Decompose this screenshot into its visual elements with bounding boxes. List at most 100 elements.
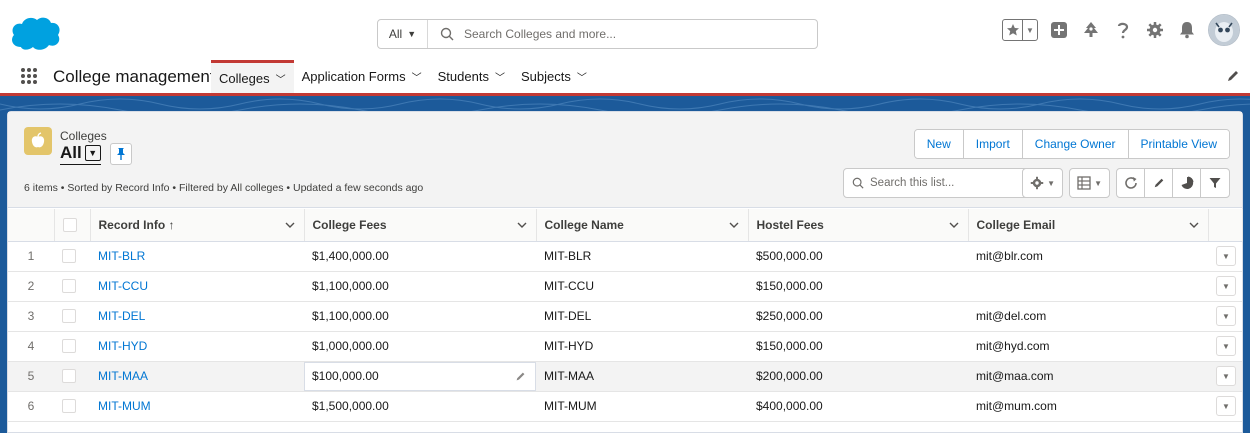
chevron-down-icon[interactable]: ▼ [84, 145, 101, 161]
select-all-checkbox[interactable] [62, 218, 77, 233]
college-name-cell[interactable]: MIT-MUM [536, 391, 748, 422]
global-actions-icon[interactable] [1048, 19, 1070, 41]
college-fees-cell[interactable]: $1,400,000.00 [304, 241, 536, 272]
favorites-caret-icon[interactable]: ▼ [1023, 20, 1037, 40]
college-email-cell[interactable]: mit@hyd.com [968, 331, 1208, 362]
notifications-bell-icon[interactable] [1176, 19, 1198, 41]
chart-icon[interactable] [1173, 169, 1201, 197]
row-actions-dropdown-icon[interactable]: ▼ [1216, 336, 1236, 356]
college-name-cell[interactable]: MIT-MAA [536, 361, 748, 392]
tab-application-forms[interactable]: Application Forms ﹀ [294, 60, 430, 93]
row-actions-cell: ▼ [1208, 331, 1242, 362]
column-header-hostel-fees[interactable]: Hostel Fees [748, 209, 969, 242]
hostel-fees-cell[interactable]: $150,000.00 [748, 331, 968, 362]
table-row[interactable]: 6 MIT-MUM $1,500,000.00 MIT-MUM $400,000… [8, 391, 1242, 422]
row-checkbox[interactable] [62, 399, 76, 414]
chevron-down-icon[interactable]: ﹀ [412, 69, 422, 84]
column-header-college-name[interactable]: College Name [536, 209, 749, 242]
app-launcher-icon[interactable] [17, 64, 41, 88]
row-checkbox[interactable] [62, 339, 76, 354]
change-owner-button[interactable]: Change Owner [1022, 130, 1129, 158]
chevron-down-icon[interactable] [948, 219, 960, 231]
edit-nav-pencil-icon[interactable] [1226, 69, 1240, 83]
setup-gear-icon[interactable] [1144, 19, 1166, 41]
inline-edit-pencil-icon[interactable] [515, 371, 526, 382]
record-link[interactable]: MIT-DEL [98, 309, 145, 323]
record-link[interactable]: MIT-HYD [98, 339, 147, 353]
salesforce-logo[interactable] [8, 14, 62, 52]
hostel-fees-cell[interactable]: $250,000.00 [748, 301, 968, 332]
filter-icon[interactable] [1201, 169, 1229, 197]
college-email-cell[interactable]: mit@del.com [968, 301, 1208, 332]
search-scope-dropdown[interactable]: All ▼ [378, 20, 428, 48]
row-checkbox[interactable] [62, 309, 76, 324]
row-actions-dropdown-icon[interactable]: ▼ [1216, 306, 1236, 326]
chevron-down-icon[interactable] [284, 219, 296, 231]
global-search-input[interactable] [464, 27, 817, 41]
college-fees-cell[interactable]: $100,000.00 [304, 361, 536, 392]
row-actions-dropdown-icon[interactable]: ▼ [1216, 396, 1236, 416]
record-link[interactable]: MIT-BLR [98, 249, 145, 263]
college-fees-cell[interactable]: $1,100,000.00 [304, 271, 536, 302]
table-row[interactable]: 2 MIT-CCU $1,100,000.00 MIT-CCU $150,000… [8, 271, 1242, 302]
college-name-cell[interactable]: MIT-HYD [536, 331, 748, 362]
hostel-fees-cell[interactable]: $500,000.00 [748, 241, 968, 272]
college-fees-cell[interactable]: $1,000,000.00 [304, 331, 536, 362]
column-header-college-email[interactable]: College Email [968, 209, 1209, 242]
table-row[interactable]: 3 MIT-DEL $1,100,000.00 MIT-DEL $250,000… [8, 301, 1242, 332]
chevron-down-icon[interactable] [1188, 219, 1200, 231]
pin-list-view-button[interactable] [110, 143, 132, 165]
search-icon [852, 177, 864, 189]
column-header-college-fees[interactable]: College Fees [304, 209, 537, 242]
column-header-label: Record Info ↑ [98, 217, 175, 232]
hostel-fees-cell[interactable]: $400,000.00 [748, 391, 968, 422]
record-link[interactable]: MIT-MAA [98, 369, 148, 383]
hostel-fees-cell[interactable]: $150,000.00 [748, 271, 968, 302]
tab-colleges[interactable]: Colleges ﹀ [211, 60, 294, 93]
table-row[interactable]: 1 MIT-BLR $1,400,000.00 MIT-BLR $500,000… [8, 241, 1242, 272]
record-link[interactable]: MIT-MUM [98, 399, 151, 413]
list-view-selector[interactable]: All ▼ [60, 143, 101, 165]
list-search-input[interactable] [870, 177, 1038, 189]
row-actions-dropdown-icon[interactable]: ▼ [1216, 276, 1236, 296]
row-checkbox[interactable] [62, 279, 76, 294]
chevron-down-icon[interactable]: ﹀ [276, 71, 286, 86]
chevron-down-icon[interactable] [728, 219, 740, 231]
help-icon[interactable] [1112, 19, 1134, 41]
table-row[interactable]: 5 MIT-MAA $100,000.00 MIT-MAA $200,000.0… [8, 361, 1242, 392]
college-email-cell[interactable]: mit@mum.com [968, 391, 1208, 422]
list-settings-button[interactable]: ▼ [1022, 168, 1064, 198]
college-fees-cell[interactable]: $1,500,000.00 [304, 391, 536, 422]
row-actions-dropdown-icon[interactable]: ▼ [1216, 246, 1236, 266]
refresh-icon[interactable] [1117, 169, 1145, 197]
college-email-cell[interactable]: mit@maa.com [968, 361, 1208, 392]
tab-students[interactable]: Students ﹀ [430, 60, 513, 93]
search-scope-label: All [388, 27, 403, 41]
import-button[interactable]: Import [963, 130, 1023, 158]
hostel-fees-cell[interactable]: $200,000.00 [748, 361, 968, 392]
display-as-button[interactable]: ▼ [1069, 168, 1110, 198]
edit-pencil-icon[interactable] [1145, 169, 1173, 197]
tab-subjects[interactable]: Subjects ﹀ [513, 60, 595, 93]
college-name-cell[interactable]: MIT-BLR [536, 241, 748, 272]
college-email-cell[interactable] [968, 271, 1208, 302]
college-name-cell[interactable]: MIT-DEL [536, 301, 748, 332]
college-fees-cell[interactable]: $1,100,000.00 [304, 301, 536, 332]
chevron-down-icon[interactable] [516, 219, 528, 231]
record-link[interactable]: MIT-CCU [98, 279, 148, 293]
chevron-down-icon: ▼ [1047, 178, 1056, 188]
row-checkbox[interactable] [62, 249, 76, 264]
row-actions-dropdown-icon[interactable]: ▼ [1216, 366, 1236, 386]
column-header-record-info[interactable]: Record Info ↑ [90, 209, 305, 242]
college-name-cell[interactable]: MIT-CCU [536, 271, 748, 302]
printable-view-button[interactable]: Printable View [1128, 130, 1229, 158]
chevron-down-icon[interactable]: ﹀ [577, 69, 587, 84]
new-button[interactable]: New [914, 130, 964, 158]
trailhead-icon[interactable] [1080, 19, 1102, 41]
college-email-cell[interactable]: mit@blr.com [968, 241, 1208, 272]
user-avatar[interactable] [1208, 14, 1240, 46]
chevron-down-icon[interactable]: ﹀ [495, 69, 505, 84]
row-checkbox[interactable] [62, 369, 76, 384]
star-icon[interactable] [1003, 20, 1023, 40]
table-row[interactable]: 4 MIT-HYD $1,000,000.00 MIT-HYD $150,000… [8, 331, 1242, 362]
